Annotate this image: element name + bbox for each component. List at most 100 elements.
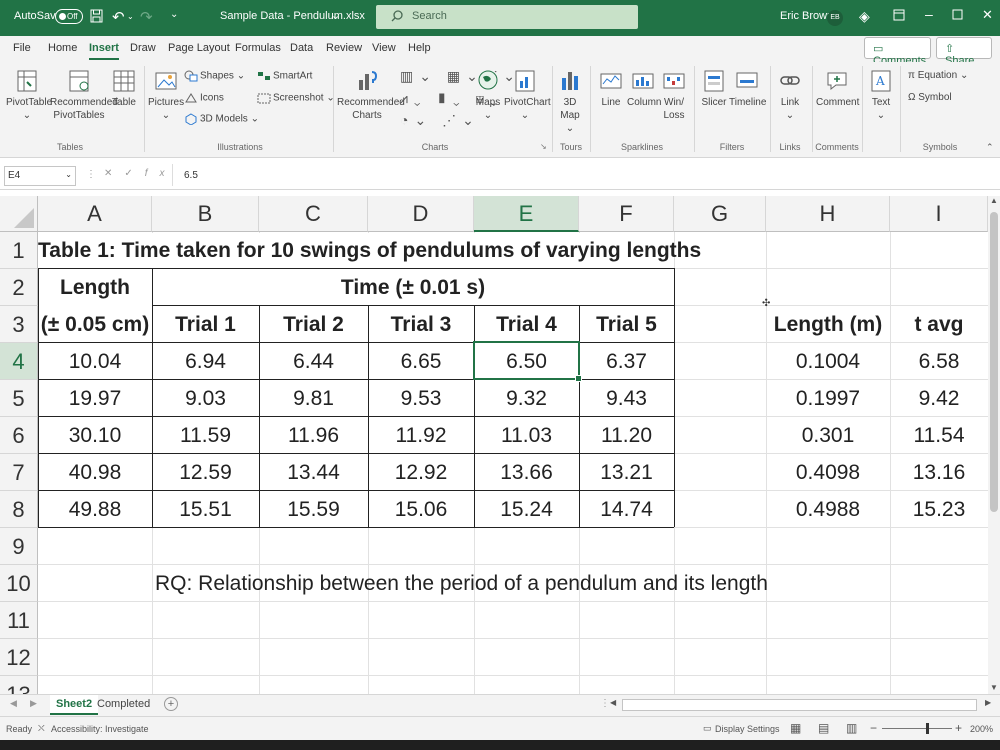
3d-map-button[interactable]: 3D Map ⌄ — [556, 68, 584, 135]
research-question-cell[interactable]: RQ: Relationship between the period of a… — [155, 565, 768, 602]
trial-1-header[interactable]: Trial 1 — [152, 306, 259, 343]
table-cell[interactable]: 11.59 — [152, 417, 259, 454]
next-sheet-icon[interactable]: ▶ — [30, 698, 37, 709]
name-box-dropdown-icon[interactable]: ⌄ — [65, 170, 72, 179]
tab-formulas[interactable]: Formulas — [235, 42, 281, 54]
save-icon[interactable] — [90, 9, 103, 26]
table-cell[interactable]: 10.04 — [38, 343, 152, 380]
table-title-cell[interactable]: Table 1: Time taken for 10 swings of pen… — [38, 232, 701, 269]
normal-view-icon[interactable]: ▦ — [790, 721, 801, 735]
close-icon[interactable]: ✕ — [982, 7, 993, 23]
table-cell[interactable]: 6.44 — [259, 343, 368, 380]
row-header-9[interactable]: 9 — [0, 528, 38, 565]
tab-data[interactable]: Data — [290, 42, 313, 54]
table-cell[interactable]: 9.53 — [368, 380, 474, 417]
trial-5-header[interactable]: Trial 5 — [579, 306, 674, 343]
charts-dialog-launcher-icon[interactable]: ↘ — [540, 142, 547, 151]
tab-help[interactable]: Help — [408, 42, 431, 54]
column-header-i[interactable]: I — [890, 196, 988, 232]
undo-dropdown-icon[interactable]: ⌄ — [127, 12, 134, 21]
share-button[interactable]: ⇧ Share — [936, 37, 992, 67]
table-cell[interactable]: 49.88 — [38, 491, 152, 528]
add-sheet-icon[interactable]: + — [164, 697, 178, 711]
tab-insert[interactable]: Insert — [89, 42, 119, 60]
equation-button[interactable]: π Equation ⌄ — [908, 70, 968, 81]
vertical-scrollbar[interactable]: ▲ ▼ — [988, 196, 1000, 694]
table-cell[interactable]: 6.94 — [152, 343, 259, 380]
scroll-up-icon[interactable]: ▲ — [988, 196, 1000, 205]
pivotchart-button[interactable]: PivotChart ⌄ — [504, 68, 551, 122]
timeline-button[interactable]: Timeline — [729, 68, 766, 109]
row-header-6[interactable]: 6 — [0, 417, 38, 454]
3d-models-button[interactable]: 3D Models ⌄ — [184, 113, 259, 126]
table-cell[interactable]: 0.1997 — [766, 380, 890, 417]
tab-draw[interactable]: Draw — [130, 42, 156, 54]
table-cell[interactable]: 15.51 — [152, 491, 259, 528]
table-cell[interactable]: 15.24 — [474, 491, 579, 528]
table-cell[interactable]: 9.81 — [259, 380, 368, 417]
document-title[interactable]: Sample Data - Pendulum.xlsx — [220, 10, 365, 22]
sparkline-winloss-button[interactable]: Win/Loss — [660, 68, 688, 122]
scroll-down-icon[interactable]: ▼ — [988, 683, 1000, 692]
row-header-8[interactable]: 8 — [0, 491, 38, 528]
table-button[interactable]: Table — [110, 68, 138, 109]
zoom-in-icon[interactable]: + — [955, 721, 962, 735]
table-cell[interactable]: 0.301 — [766, 417, 890, 454]
table-cell[interactable]: 6.65 — [368, 343, 474, 380]
trial-4-header[interactable]: Trial 4 — [474, 306, 579, 343]
row-header-3[interactable]: 3 — [0, 306, 38, 343]
table-cell[interactable]: 9.03 — [152, 380, 259, 417]
redo-icon[interactable]: ↷ — [140, 8, 153, 26]
row-header-1[interactable]: 1 — [0, 232, 38, 269]
formula-input[interactable]: 6.5 — [184, 170, 198, 181]
tab-home[interactable]: Home — [48, 42, 77, 54]
table-cell[interactable]: 13.66 — [474, 454, 579, 491]
sparkline-column-button[interactable]: Column — [627, 68, 661, 109]
maximize-icon[interactable] — [952, 9, 963, 23]
table-cell[interactable]: 9.42 — [890, 380, 988, 417]
shapes-button[interactable]: Shapes ⌄ — [184, 70, 245, 82]
collapse-ribbon-icon[interactable]: ⌃ — [986, 142, 994, 153]
table-cell[interactable]: 0.4098 — [766, 454, 890, 491]
row-header-10[interactable]: 10 — [0, 565, 38, 602]
customize-toolbar-icon[interactable]: ⌄ — [170, 9, 178, 20]
table-cell[interactable]: 14.74 — [579, 491, 674, 528]
table-cell[interactable]: 6.58 — [890, 343, 988, 380]
table-cell[interactable]: 12.59 — [152, 454, 259, 491]
pivottable-button[interactable]: PivotTable ⌄ — [6, 68, 52, 122]
minimize-icon[interactable]: – — [925, 6, 933, 22]
t-avg-header[interactable]: t avg — [890, 306, 988, 343]
cancel-icon[interactable]: ✕ — [104, 168, 124, 179]
search-box[interactable]: Search — [376, 5, 638, 29]
table-cell[interactable]: 12.92 — [368, 454, 474, 491]
recommended-pivottables-button[interactable]: Recommended PivotTables — [50, 68, 118, 122]
table-cell[interactable]: 40.98 — [38, 454, 152, 491]
zoom-out-icon[interactable]: − — [870, 721, 877, 735]
table-cell[interactable]: 15.06 — [368, 491, 474, 528]
column-header-h[interactable]: H — [766, 196, 890, 232]
length-m-header[interactable]: Length (m) — [766, 306, 890, 343]
table-cell[interactable]: 13.16 — [890, 454, 988, 491]
screenshot-button[interactable]: Screenshot ⌄ — [257, 92, 335, 104]
pictures-button[interactable]: Pictures ⌄ — [148, 68, 184, 122]
column-header-a[interactable]: A — [38, 196, 152, 232]
table-cell[interactable]: 6.37 — [579, 343, 674, 380]
table-cell[interactable]: 19.97 — [38, 380, 152, 417]
vertical-scroll-thumb[interactable] — [990, 212, 998, 512]
row-header-5[interactable]: 5 — [0, 380, 38, 417]
table-cell[interactable]: 9.32 — [474, 380, 579, 417]
time-header-cell[interactable]: Time (± 0.01 s) — [152, 269, 674, 306]
column-header-e[interactable]: E — [474, 196, 579, 232]
avatar[interactable]: EB — [827, 10, 843, 26]
row-header-7[interactable]: 7 — [0, 454, 38, 491]
tab-split-icon[interactable]: ⋮ — [600, 698, 610, 709]
length-unit-cell[interactable]: (± 0.05 cm) — [38, 306, 152, 343]
table-cell[interactable]: 13.44 — [259, 454, 368, 491]
tab-file[interactable]: File — [13, 42, 31, 54]
smartart-button[interactable]: SmartArt — [257, 70, 312, 82]
table-cell[interactable]: 9.43 — [579, 380, 674, 417]
sheet-tab-completed[interactable]: Completed — [91, 695, 156, 715]
accessibility-status[interactable]: Accessibility: Investigate — [51, 724, 149, 734]
tab-view[interactable]: View — [372, 42, 396, 54]
trial-2-header[interactable]: Trial 2 — [259, 306, 368, 343]
